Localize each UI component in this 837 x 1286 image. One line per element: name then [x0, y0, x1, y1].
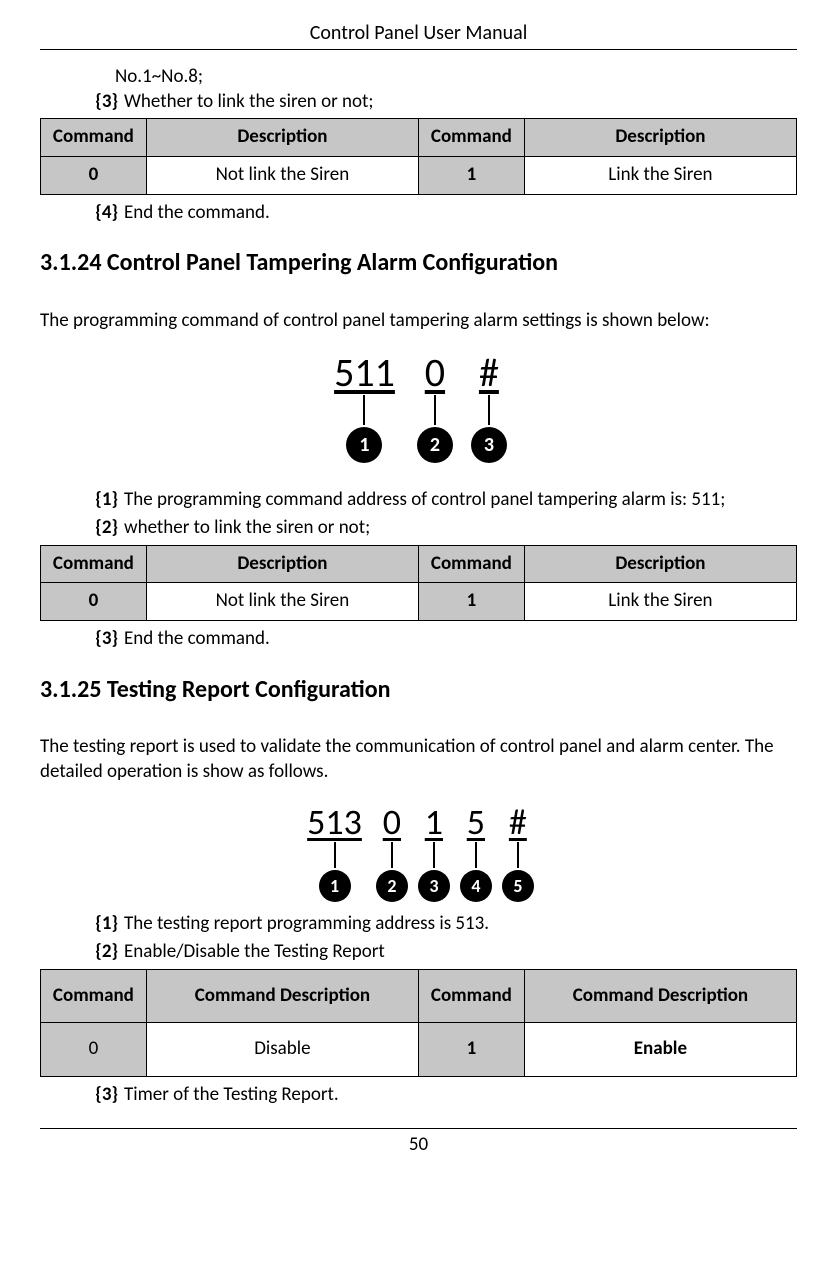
brace-text: The testing report programming address i…	[124, 912, 489, 935]
cell-cmd-1: 1	[418, 1023, 524, 1077]
siren-link-table-a: Command Description Command Description …	[40, 118, 797, 194]
th-cmd-description: Command Description	[146, 969, 418, 1023]
segment-index-1: 1	[319, 870, 351, 902]
cell-desc-disable: Disable	[146, 1023, 418, 1077]
brace-text: whether to link the siren or not;	[124, 516, 370, 539]
sec24-item-3: {3} End the command.	[80, 627, 797, 652]
brace-label: {1}	[80, 488, 118, 513]
segment-index-2: 2	[376, 870, 408, 902]
cell-cmd-1: 1	[418, 157, 524, 195]
brace-text: Enable/Disable the Testing Report	[124, 940, 385, 963]
section-heading-3125: 3.1.25 Testing Report Configuration	[40, 674, 797, 705]
segment-index-1: 1	[346, 427, 382, 463]
segment-0: 0 2	[417, 353, 453, 463]
th-command: Command	[41, 969, 147, 1023]
cell-desc-link: Link the Siren	[524, 583, 796, 621]
segment-value: 513	[303, 804, 366, 840]
cell-cmd-0: 0	[41, 157, 147, 195]
stem	[391, 842, 393, 868]
segment-value: 5	[463, 804, 489, 840]
stem	[363, 395, 365, 425]
brace-text: End the command.	[124, 627, 270, 650]
segment-513: 513 1	[303, 804, 366, 902]
cell-cmd-1: 1	[418, 583, 524, 621]
brace-label: {3}	[80, 90, 118, 115]
th-description: Description	[524, 545, 796, 583]
prelude-item-4: {4} End the command.	[80, 201, 797, 226]
segment-1: 1 3	[418, 804, 450, 902]
sec24-item-2: {2} whether to link the siren or not;	[80, 516, 797, 541]
cell-desc-notlink: Not link the Siren	[146, 583, 418, 621]
section-intro-3125: The testing report is used to validate t…	[40, 735, 797, 784]
brace-label: {4}	[80, 201, 118, 226]
segment-value: 1	[421, 804, 447, 840]
th-command: Command	[418, 969, 524, 1023]
siren-link-table-b: Command Description Command Description …	[40, 545, 797, 621]
cell-desc-enable: Enable	[524, 1023, 796, 1077]
section-intro-3124: The programming command of control panel…	[40, 309, 797, 334]
brace-text: The programming command address of contr…	[124, 488, 725, 511]
brace-text: Timer of the Testing Report.	[124, 1083, 339, 1106]
command-diagram-511: 511 1 0 2 # 3	[40, 353, 797, 463]
stem	[434, 395, 436, 425]
cell-cmd-0: 0	[41, 583, 147, 621]
stem	[433, 842, 435, 868]
th-command: Command	[418, 119, 524, 157]
segment-hash: # 3	[471, 353, 507, 463]
segment-5: 5 4	[460, 804, 492, 902]
brace-label: {2}	[80, 940, 118, 965]
segment-value: #	[475, 353, 503, 393]
th-command: Command	[41, 545, 147, 583]
stem	[488, 395, 490, 425]
brace-text: End the command.	[124, 201, 270, 224]
th-description: Description	[146, 119, 418, 157]
page-number: 50	[40, 1128, 797, 1158]
th-description: Description	[146, 545, 418, 583]
brace-text: Whether to link the siren or not;	[124, 90, 373, 113]
prelude-line-no18: No.1~No.8;	[115, 65, 797, 90]
segment-value: 511	[330, 353, 399, 393]
segment-value: 0	[421, 353, 449, 393]
th-command: Command	[41, 119, 147, 157]
stem	[517, 842, 519, 868]
command-diagram-513: 513 1 0 2 1 3 5 4 # 5	[40, 804, 797, 902]
stem	[475, 842, 477, 868]
sec25-item-2: {2} Enable/Disable the Testing Report	[80, 940, 797, 965]
page-header: Control Panel User Manual	[40, 20, 797, 50]
segment-index-4: 4	[460, 870, 492, 902]
brace-label: {1}	[80, 912, 118, 937]
segment-511: 511 1	[330, 353, 399, 463]
segment-hash: # 5	[502, 804, 534, 902]
brace-label: {3}	[80, 1083, 118, 1108]
th-cmd-description: Command Description	[524, 969, 796, 1023]
segment-index-3: 3	[471, 427, 507, 463]
sec25-item-1: {1} The testing report programming addres…	[80, 912, 797, 937]
stem	[334, 842, 336, 868]
cell-desc-notlink: Not link the Siren	[146, 157, 418, 195]
sec25-item-3: {3} Timer of the Testing Report.	[80, 1083, 797, 1108]
th-description: Description	[524, 119, 796, 157]
sec24-item-1: {1} The programming command address of co…	[80, 488, 797, 513]
segment-value: 0	[379, 804, 405, 840]
segment-index-2: 2	[417, 427, 453, 463]
cell-cmd-0: 0	[41, 1023, 147, 1077]
prelude-item-3: {3} Whether to link the siren or not;	[80, 90, 797, 115]
section-heading-3124: 3.1.24 Control Panel Tampering Alarm Con…	[40, 247, 797, 278]
cell-desc-link: Link the Siren	[524, 157, 796, 195]
brace-label: {3}	[80, 627, 118, 652]
th-command: Command	[418, 545, 524, 583]
segment-index-3: 3	[418, 870, 450, 902]
brace-label: {2}	[80, 516, 118, 541]
testing-report-table: Command Command Description Command Comm…	[40, 969, 797, 1077]
segment-value: #	[505, 804, 531, 840]
segment-index-5: 5	[502, 870, 534, 902]
segment-0: 0 2	[376, 804, 408, 902]
